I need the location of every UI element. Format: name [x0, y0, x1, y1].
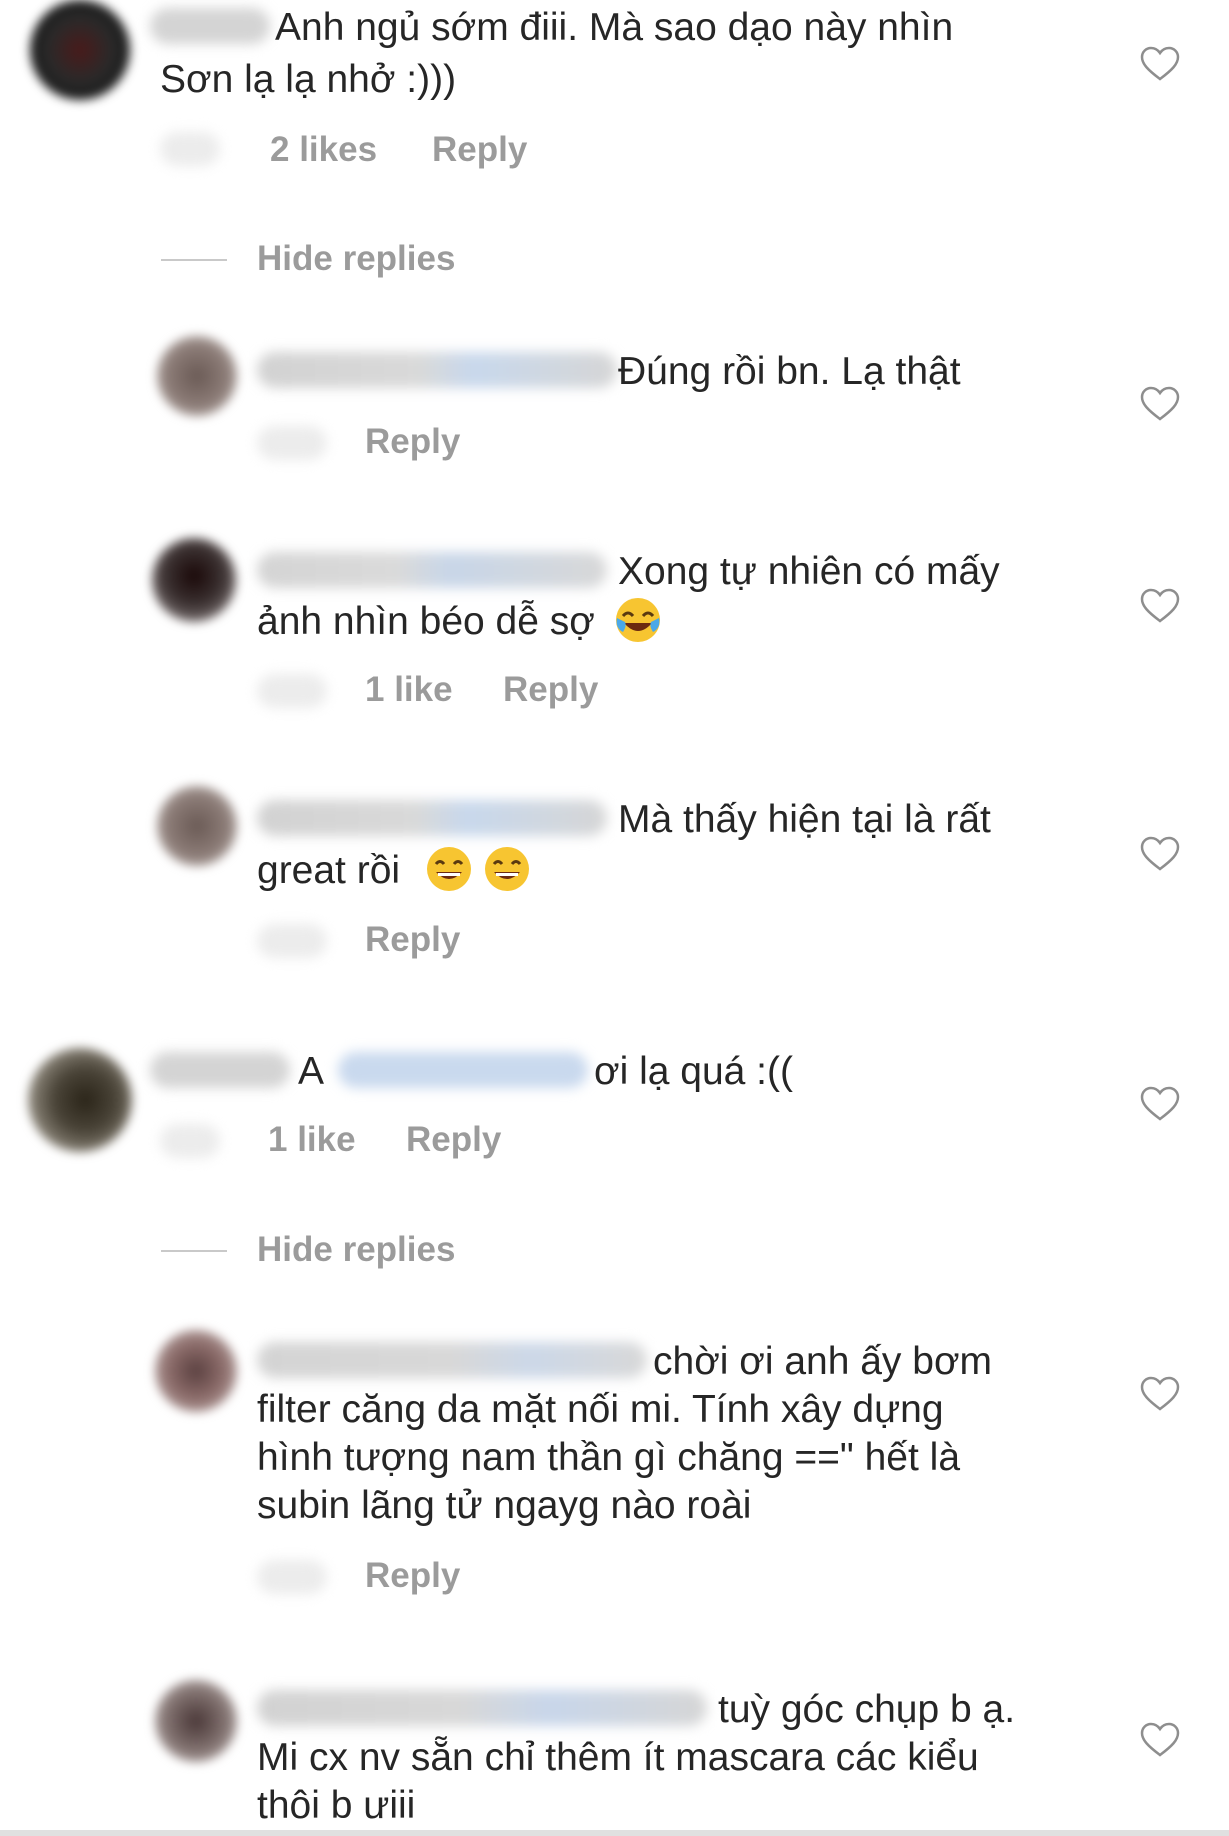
- avatar[interactable]: [157, 786, 237, 866]
- comment-text: Mi cx nv sẵn chỉ thêm ít mascara các kiể…: [257, 1736, 979, 1779]
- comment-text: A: [298, 1050, 325, 1093]
- comment-text: tuỳ góc chụp b ạ.: [718, 1688, 1016, 1731]
- avatar[interactable]: [155, 1680, 237, 1762]
- comment-text: Anh ngủ sớm điii. Mà sao dạo này nhìn: [275, 6, 954, 49]
- comment-text: great rồi: [257, 845, 541, 894]
- comment-text: subin lãng tử ngayg nào roài: [257, 1484, 752, 1527]
- mention-blurred[interactable]: [338, 1052, 588, 1088]
- timestamp-blurred: [257, 1560, 327, 1594]
- avatar[interactable]: [155, 1330, 237, 1412]
- heart-outline-icon[interactable]: [1140, 1086, 1180, 1122]
- comment-text: Đúng rồi bn. Lạ thật: [618, 350, 961, 393]
- comment-text: chời ơi anh ấy bơm: [653, 1340, 993, 1383]
- heart-outline-icon[interactable]: [1140, 836, 1180, 872]
- comment-text-part: ảnh nhìn béo dễ sợ: [257, 600, 595, 643]
- username-blurred[interactable]: [257, 1342, 647, 1378]
- heart-outline-icon[interactable]: [1140, 386, 1180, 422]
- comment-text: ảnh nhìn béo dễ sợ: [257, 596, 672, 645]
- comment-text: Xong tự nhiên có mấy: [618, 550, 1000, 593]
- username-blurred[interactable]: [150, 8, 270, 44]
- hide-replies-button[interactable]: Hide replies: [257, 239, 455, 279]
- reply-button[interactable]: Reply: [365, 1556, 460, 1596]
- username-blurred[interactable]: [150, 1052, 290, 1088]
- hide-replies-button[interactable]: Hide replies: [257, 1230, 455, 1270]
- avatar[interactable]: [30, 0, 130, 100]
- timestamp-blurred: [257, 426, 327, 460]
- comment-text: filter căng da mặt nối mi. Tính xây dựng: [257, 1388, 944, 1431]
- timestamp-blurred: [257, 924, 327, 958]
- comment-text: thôi b ưiii: [257, 1784, 416, 1827]
- grinning-face-with-smiling-eyes-emoji: [426, 847, 471, 891]
- username-blurred[interactable]: [257, 552, 607, 588]
- reply-button[interactable]: Reply: [406, 1120, 501, 1160]
- comment-text: Mà thấy hiện tại là rất: [618, 798, 991, 841]
- avatar[interactable]: [28, 1048, 132, 1152]
- reply-button[interactable]: Reply: [365, 422, 460, 462]
- comment-text-part: great rồi: [257, 849, 401, 892]
- bottom-edge: [0, 1830, 1229, 1836]
- avatar[interactable]: [152, 538, 236, 622]
- timestamp-blurred: [160, 132, 220, 166]
- reply-button[interactable]: Reply: [365, 920, 460, 960]
- likes-count[interactable]: 2 likes: [270, 130, 377, 170]
- heart-outline-icon[interactable]: [1140, 588, 1180, 624]
- comment-text: Sơn lạ lạ nhở :))): [160, 58, 457, 101]
- heart-outline-icon[interactable]: [1140, 1376, 1180, 1412]
- comment-text: ơi lạ quá :((: [594, 1050, 793, 1093]
- reply-button[interactable]: Reply: [503, 670, 598, 710]
- grinning-face-with-smiling-eyes-emoji: [484, 847, 529, 891]
- heart-outline-icon[interactable]: [1140, 46, 1180, 82]
- face-with-tears-of-joy-emoji: [615, 598, 660, 642]
- comment-text: hình tượng nam thần gì chăng ==" hết là: [257, 1436, 961, 1479]
- reply-button[interactable]: Reply: [432, 130, 527, 170]
- divider: [161, 1250, 227, 1252]
- username-blurred[interactable]: [257, 800, 607, 836]
- username-blurred[interactable]: [257, 352, 617, 388]
- username-blurred[interactable]: [257, 1690, 707, 1726]
- divider: [161, 259, 227, 261]
- likes-count[interactable]: 1 like: [365, 670, 453, 710]
- timestamp-blurred: [257, 674, 327, 708]
- likes-count[interactable]: 1 like: [268, 1120, 356, 1160]
- heart-outline-icon[interactable]: [1140, 1722, 1180, 1758]
- timestamp-blurred: [160, 1124, 220, 1158]
- avatar[interactable]: [157, 336, 237, 416]
